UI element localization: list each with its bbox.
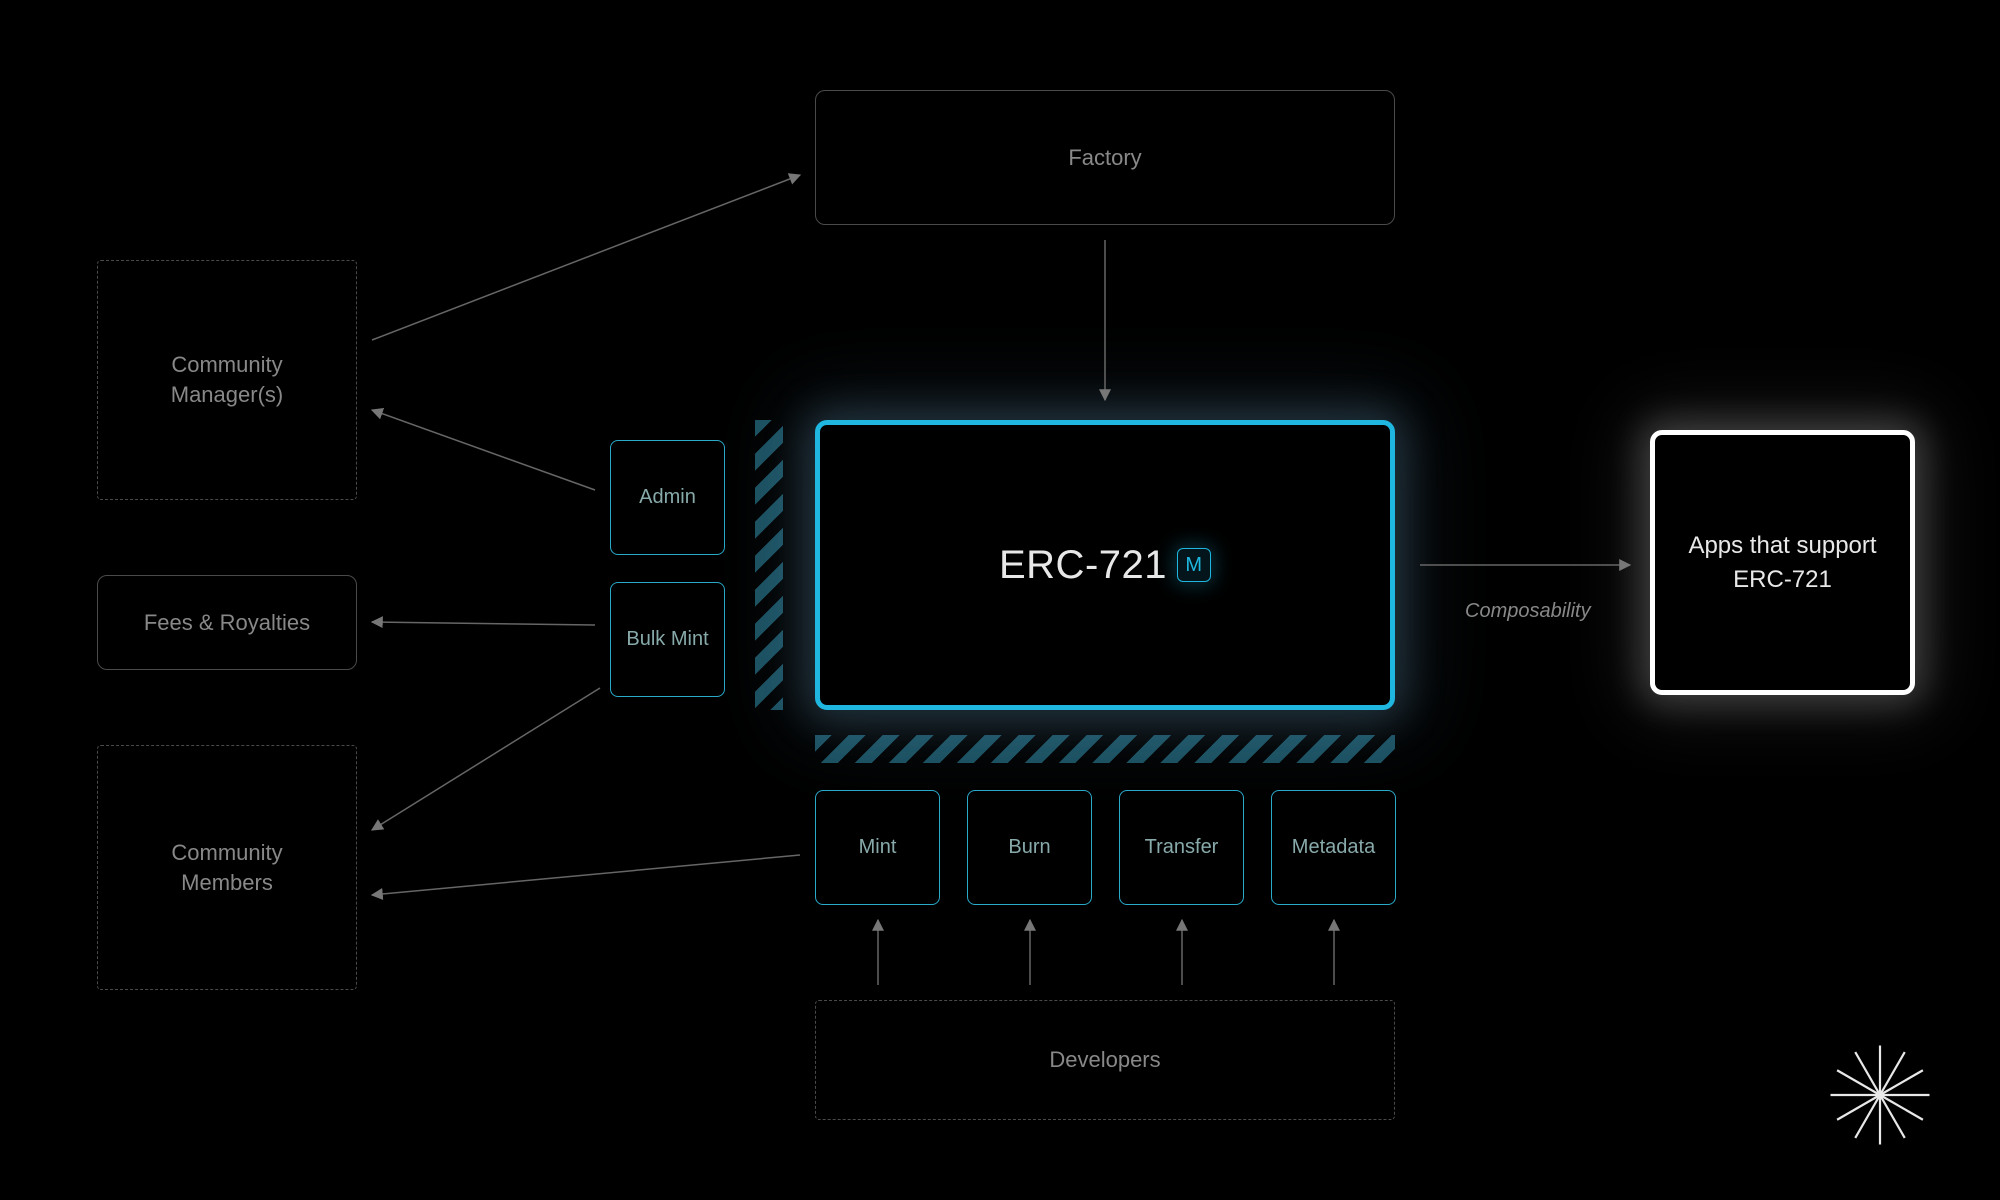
- erc721-m-badge-icon: M: [1177, 548, 1211, 582]
- erc721-label: ERC-721: [999, 543, 1167, 588]
- node-burn: Burn: [967, 790, 1092, 905]
- hatch-horizontal: [815, 735, 1395, 763]
- fees-royalties-label: Fees & Royalties: [144, 608, 310, 638]
- node-community-managers: Community Manager(s): [97, 260, 357, 500]
- composability-text: Composability: [1465, 600, 1591, 622]
- metadata-label: Metadata: [1292, 834, 1375, 861]
- community-managers-label: Community Manager(s): [171, 350, 283, 409]
- admin-label: Admin: [639, 484, 696, 511]
- hatch-vertical: [755, 420, 783, 710]
- transfer-label: Transfer: [1145, 834, 1219, 861]
- starburst-logo-icon: [1825, 1040, 1935, 1150]
- mint-label: Mint: [859, 834, 897, 861]
- node-developers: Developers: [815, 1000, 1395, 1120]
- node-admin: Admin: [610, 440, 725, 555]
- node-fees-royalties: Fees & Royalties: [97, 575, 357, 670]
- factory-label: Factory: [1068, 143, 1141, 173]
- node-community-members: Community Members: [97, 745, 357, 990]
- bulk-mint-label: Bulk Mint: [626, 626, 708, 653]
- composability-label: Composability: [1465, 600, 1591, 623]
- node-erc721-main: ERC-721 M: [815, 420, 1395, 710]
- node-apps-support-erc721: Apps that support ERC-721: [1650, 430, 1915, 695]
- node-factory: Factory: [815, 90, 1395, 225]
- node-transfer: Transfer: [1119, 790, 1244, 905]
- node-bulk-mint: Bulk Mint: [610, 582, 725, 697]
- burn-label: Burn: [1008, 834, 1050, 861]
- community-members-label: Community Members: [171, 838, 282, 897]
- node-mint: Mint: [815, 790, 940, 905]
- developers-label: Developers: [1049, 1045, 1160, 1075]
- node-metadata: Metadata: [1271, 790, 1396, 905]
- apps-label: Apps that support ERC-721: [1675, 529, 1890, 596]
